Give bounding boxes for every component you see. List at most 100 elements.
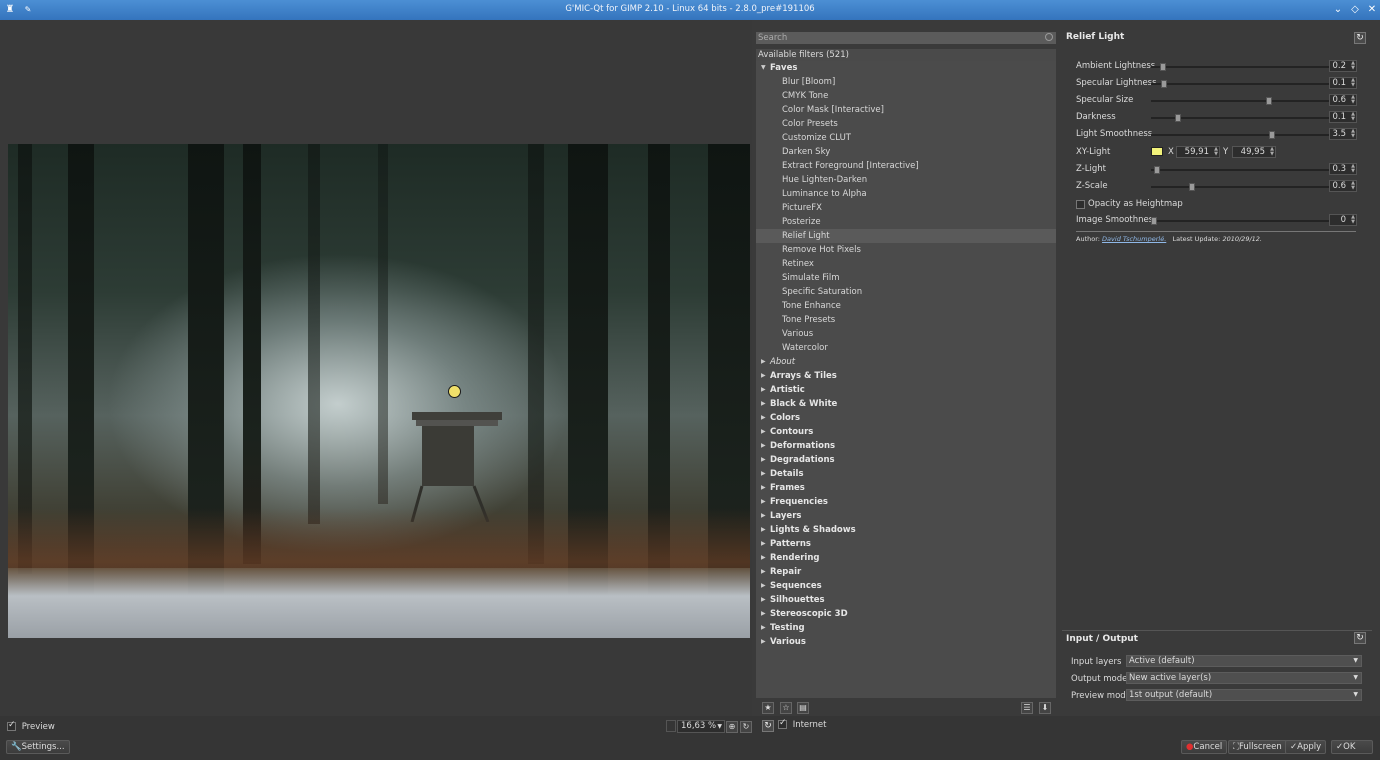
ok-button[interactable]: ✓OK [1331,740,1373,754]
opacity-heightmap-row[interactable]: Opacity as Heightmap [1076,198,1362,212]
param-slider[interactable] [1151,166,1331,174]
param-slider[interactable] [1151,183,1331,191]
slider-row[interactable]: Darkness 0.1 ▲ ▼ [1076,111,1362,125]
category-item[interactable]: ▶ Rendering [756,551,1056,565]
param-spinbox[interactable]: 0 ▲ ▼ [1329,214,1357,226]
category-item[interactable]: ▶ Silhouettes [756,593,1056,607]
filter-item[interactable]: CMYK Tone [756,89,1056,103]
slider-row[interactable]: Specular Size 0.6 ▲ ▼ [1076,94,1362,108]
param-slider[interactable] [1151,217,1331,225]
category-item[interactable]: ▶ Arrays & Tiles [756,369,1056,383]
filter-item[interactable]: Simulate Film [756,271,1056,285]
light-position-handle[interactable] [448,385,461,398]
filter-item[interactable]: Tone Presets [756,313,1056,327]
param-spinbox[interactable]: 0.2 ▲ ▼ [1329,60,1357,72]
filter-item[interactable]: Extract Foreground [Interactive] [756,159,1056,173]
param-spinbox[interactable]: 0.3 ▲ ▼ [1329,163,1357,175]
filter-item[interactable]: Retinex [756,257,1056,271]
preview-checkbox[interactable] [7,720,16,731]
category-item[interactable]: ▶ Black & White [756,397,1056,411]
minimize-icon[interactable]: ⌄ [1330,2,1346,18]
category-item[interactable]: ▶ Testing [756,621,1056,635]
category-item[interactable]: ▶ Details [756,467,1056,481]
slider-handle[interactable] [1189,183,1196,191]
filter-item[interactable]: Remove Hot Pixels [756,243,1056,257]
slider-handle[interactable] [1265,97,1272,105]
category-item[interactable]: ▶ Repair [756,565,1056,579]
reset-io-icon[interactable]: ↻ [1354,632,1366,644]
filter-item[interactable]: Customize CLUT [756,131,1056,145]
param-spinbox[interactable]: 0.6 ▲ ▼ [1329,180,1357,192]
category-item[interactable]: ▶ Layers [756,509,1056,523]
slider-row[interactable]: Image Smoothness 0 ▲ ▼ [1076,214,1362,228]
zoom-combo[interactable]: 16,63 % ▼ [677,720,725,733]
param-spinbox[interactable]: 0.6 ▲ ▼ [1329,94,1357,106]
zoom-out-icon[interactable] [666,720,676,732]
filter-item[interactable]: Specific Saturation [756,285,1056,299]
y-spinbox[interactable]: 49,95 ▲ ▼ [1232,146,1276,158]
category-item[interactable]: ▶ Artistic [756,383,1056,397]
category-item[interactable]: ▶ Degradations [756,453,1056,467]
category-item[interactable]: ▶ Various [756,635,1056,649]
slider-row[interactable]: Specular Lightness 0.1 ▲ ▼ [1076,77,1362,91]
search-input[interactable]: Search [756,32,1056,44]
category-item[interactable]: ▶ Patterns [756,537,1056,551]
remove-fave-icon[interactable]: ☆ [780,702,792,714]
filter-list-icon[interactable]: ☰ [1021,702,1033,714]
filter-item[interactable]: Tone Enhance [756,299,1056,313]
filter-item[interactable]: Color Mask [Interactive] [756,103,1056,117]
category-faves[interactable]: ▼ Faves [756,61,1056,75]
slider-handle[interactable] [1269,131,1276,139]
category-item[interactable]: ▶ Frames [756,481,1056,495]
category-item[interactable]: ▶ Colors [756,411,1056,425]
filter-item[interactable]: Hue Lighten-Darken [756,173,1056,187]
internet-toggle[interactable]: Internet [778,718,826,730]
output-mode-select[interactable]: New active layer(s) ▼ [1126,672,1362,684]
maximize-icon[interactable]: ◇ [1347,2,1363,18]
category-item[interactable]: ▶ Stereoscopic 3D [756,607,1056,621]
filter-item[interactable]: Watercolor [756,341,1056,355]
opacity-checkbox[interactable] [1076,200,1085,209]
author-link[interactable]: David Tschumperlé. [1102,235,1166,243]
slider-row[interactable]: Z-Scale 0.6 ▲ ▼ [1076,180,1362,194]
filter-item[interactable]: Blur [Bloom] [756,75,1056,89]
internet-checkbox[interactable] [778,718,787,729]
param-spinbox[interactable]: 0.1 ▲ ▼ [1329,77,1357,89]
filter-item[interactable]: Darken Sky [756,145,1056,159]
reset-zoom-icon[interactable]: ↻ [740,721,752,733]
slider-row[interactable]: Ambient Lightness 0.2 ▲ ▼ [1076,60,1362,74]
param-slider[interactable] [1151,80,1331,88]
x-spinbox[interactable]: 59,91 ▲ ▼ [1176,146,1220,158]
color-swatch[interactable] [1151,147,1163,156]
preview-toggle[interactable]: Preview [7,720,55,732]
refresh-filters-icon[interactable]: ↻ [762,720,774,732]
filter-item[interactable]: Various [756,327,1056,341]
add-fave-icon[interactable]: ★ [762,702,774,714]
preview-image[interactable] [8,144,750,638]
filter-item-selected[interactable]: Relief Light [756,229,1056,243]
close-icon[interactable]: ✕ [1364,2,1380,18]
param-slider[interactable] [1151,63,1331,71]
slider-row[interactable]: Light Smoothness 3.5 ▲ ▼ [1076,128,1362,142]
category-item[interactable]: ▶ Deformations [756,439,1056,453]
cancel-button[interactable]: ●Cancel [1181,740,1228,754]
slider-handle[interactable] [1161,80,1168,88]
apply-button[interactable]: ✓Apply [1285,740,1327,754]
param-slider[interactable] [1151,97,1331,105]
slider-handle[interactable] [1154,166,1161,174]
category-item[interactable]: ▶ Frequencies [756,495,1056,509]
filter-tree[interactable]: ▼ Faves Blur [Bloom] CMYK Tone Color Mas… [756,61,1056,698]
category-item[interactable]: ▶ Sequences [756,579,1056,593]
filter-item[interactable]: Posterize [756,215,1056,229]
category-item[interactable]: ▶ Contours [756,425,1056,439]
reset-params-icon[interactable]: ↻ [1354,32,1366,44]
fullscreen-button[interactable]: ⛶Fullscreen [1228,740,1287,754]
input-layers-select[interactable]: Active (default) ▼ [1126,655,1362,667]
slider-handle[interactable] [1175,114,1182,122]
filter-item[interactable]: PictureFX [756,201,1056,215]
save-icon[interactable]: ▤ [797,702,809,714]
zoom-fit-icon[interactable]: ⊕ [726,721,738,733]
category-item[interactable]: ▶ Lights & Shadows [756,523,1056,537]
param-spinbox[interactable]: 3.5 ▲ ▼ [1329,128,1357,140]
slider-row[interactable]: Z-Light 0.3 ▲ ▼ [1076,163,1362,177]
